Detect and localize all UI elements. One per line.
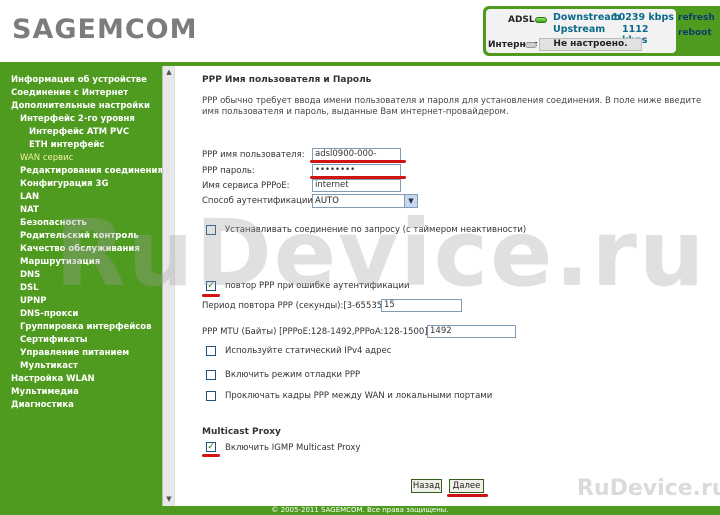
- internet-status: Не настроено.: [539, 38, 642, 51]
- service-name-label: Имя сервиса PPPoE:: [202, 181, 290, 191]
- sidebar-item-upnp[interactable]: UPNP: [20, 296, 46, 306]
- sidebar-item-diagnostics[interactable]: Диагностика: [11, 400, 74, 410]
- mtu-field[interactable]: 1492: [427, 325, 516, 338]
- refresh-button[interactable]: refresh: [678, 13, 715, 23]
- scroll-down-icon[interactable]: ▼: [164, 494, 174, 504]
- footer: © 2005-2011 SAGEMCOM. Все права защищены…: [0, 506, 720, 515]
- sidebar-item-multicast[interactable]: Мультикаст: [20, 361, 78, 371]
- sidebar-item-edit-connection[interactable]: Редактирования соединения: [20, 166, 163, 176]
- reboot-button[interactable]: reboot: [678, 28, 712, 38]
- sidebar-item-advanced-settings[interactable]: Дополнительные настройки: [11, 101, 150, 111]
- igmp-proxy-label: Включить IGMP Multicast Proxy: [225, 443, 361, 453]
- downstream-label: Downstream: [553, 12, 621, 23]
- sidebar-item-wan-service[interactable]: WAN сервис: [20, 153, 73, 163]
- password-label: PPP пароль:: [202, 166, 255, 176]
- sagemcom-logo: SAGEMCOM: [12, 14, 198, 45]
- service-name-field[interactable]: internet: [312, 179, 401, 192]
- sidebar-item-interface-grouping[interactable]: Группировка интерфейсов: [20, 322, 152, 332]
- sidebar-item-dsl[interactable]: DSL: [20, 283, 39, 293]
- status-panel: ADSL Downstream 10239 kbps Upstream 1112…: [483, 6, 720, 56]
- bridge-frames-checkbox[interactable]: [206, 391, 216, 401]
- adsl-led-icon: [535, 17, 547, 23]
- sidebar-item-power-management[interactable]: Управление питанием: [20, 348, 129, 358]
- igmp-checkbox-highlight: [202, 454, 220, 457]
- debug-checkbox[interactable]: [206, 370, 216, 380]
- status-panel-inner: ADSL Downstream 10239 kbps Upstream 1112…: [486, 9, 676, 53]
- watermark-corner: RuDevice.ru: [577, 476, 720, 501]
- copyright-text: © 2005-2011 SAGEMCOM. Все права защищены…: [271, 506, 449, 514]
- debug-label: Включить режим отладки PPP: [225, 370, 361, 380]
- upstream-label: Upstream: [553, 24, 606, 35]
- back-button[interactable]: Назад: [411, 479, 442, 493]
- sidebar-item-certificates[interactable]: Сертификаты: [20, 335, 87, 345]
- igmp-proxy-checkbox[interactable]: ✓: [206, 442, 216, 452]
- username-label: PPP имя пользователя:: [202, 150, 305, 160]
- sidebar-item-nat[interactable]: NAT: [20, 205, 39, 215]
- sidebar-item-eth-interface[interactable]: ETH интерфейс: [29, 140, 104, 150]
- sidebar-item-dns[interactable]: DNS: [20, 270, 40, 280]
- sidebar-item-wlan-settings[interactable]: Настройка WLAN: [11, 374, 95, 384]
- multicast-proxy-title: Multicast Proxy: [202, 427, 281, 437]
- internet-led-icon: [525, 42, 537, 48]
- mtu-label: PPP MTU (Байты) [PPPoE:128-1492,PPPoA:12…: [202, 327, 431, 337]
- page-description: PPP обычно требует ввода имени пользоват…: [202, 96, 702, 117]
- static-ipv4-label: Используйте статический IPv4 адрес: [225, 346, 392, 356]
- adsl-label: ADSL: [508, 15, 535, 25]
- bridge-frames-label: Проключать кадры PPP между WAN и локальн…: [225, 391, 493, 401]
- sidebar-item-internet-connection[interactable]: Соединение с Интернет: [11, 88, 128, 98]
- scroll-up-icon[interactable]: ▲: [164, 67, 174, 77]
- sidebar-item-layer2-interface[interactable]: Интерфейс 2-го уровня: [20, 114, 135, 124]
- sidebar-item-atm-pvc[interactable]: Интерфейс ATM PVC: [29, 127, 129, 137]
- sidebar-item-device-info[interactable]: Информация об устройстве: [11, 75, 147, 85]
- static-ipv4-checkbox[interactable]: [206, 346, 216, 356]
- username-highlight: [310, 160, 406, 163]
- sidebar-item-3g-config[interactable]: Конфигурация 3G: [20, 179, 108, 189]
- header: SAGEMCOM ADSL Downstream 10239 kbps Upst…: [0, 0, 720, 62]
- next-button-highlight: [447, 494, 488, 497]
- watermark: RuDevice.ru: [55, 200, 707, 307]
- sidebar-item-multimedia[interactable]: Мультимедиа: [11, 387, 79, 397]
- sidebar-item-lan[interactable]: LAN: [20, 192, 39, 202]
- next-button[interactable]: Далее: [449, 479, 484, 493]
- downstream-value: 10239 kbps: [612, 12, 674, 23]
- sidebar-item-dns-proxy[interactable]: DNS-прокси: [20, 309, 78, 319]
- page-title: PPP Имя пользователя и Пароль: [202, 75, 372, 85]
